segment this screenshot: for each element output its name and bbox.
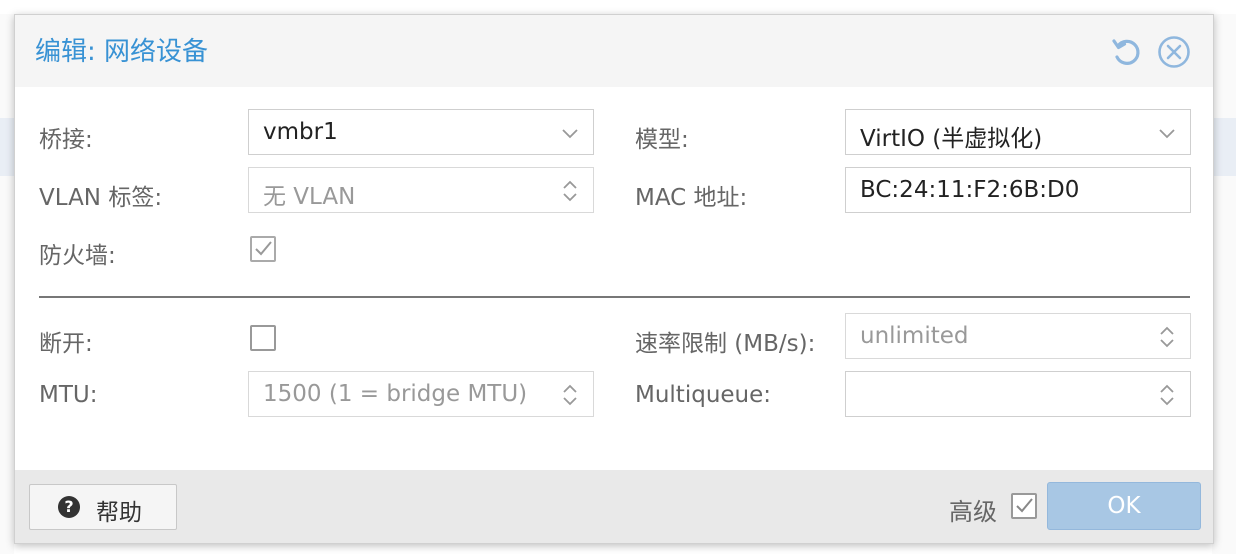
ok-button[interactable]: OK: [1047, 482, 1201, 530]
model-label: 模型:: [635, 127, 689, 153]
dialog-footer: ? 帮助 高级 OK: [15, 470, 1213, 543]
firewall-label: 防火墙:: [39, 243, 116, 269]
reset-icon[interactable]: [1109, 35, 1143, 69]
rate-placeholder: unlimited: [860, 323, 969, 349]
disconnect-label: 断开:: [39, 331, 93, 357]
spinner-arrows-icon[interactable]: [1152, 380, 1182, 410]
dialog-title: 编辑: 网络设备: [35, 37, 209, 67]
background-right-edge: [1212, 14, 1236, 554]
firewall-checkbox[interactable]: [250, 236, 276, 262]
spinner-arrows-icon[interactable]: [1152, 322, 1182, 352]
bridge-value: vmbr1: [263, 119, 338, 145]
checkmark-icon: [1016, 498, 1033, 513]
mtu-spinner[interactable]: 1500 (1 = bridge MTU): [248, 371, 594, 417]
mac-label: MAC 地址:: [635, 185, 748, 211]
advanced-label: 高级: [949, 498, 997, 526]
rate-limit-spinner[interactable]: unlimited: [845, 313, 1191, 359]
bridge-select[interactable]: vmbr1: [248, 109, 594, 155]
model-select[interactable]: VirtIO (半虚拟化): [845, 109, 1191, 155]
help-button[interactable]: ? 帮助: [29, 484, 177, 530]
mtu-placeholder: 1500 (1 = bridge MTU): [263, 381, 528, 407]
vlan-placeholder: 无 VLAN: [263, 184, 356, 210]
advanced-separator: [39, 296, 1190, 298]
ok-button-label: OK: [1107, 493, 1141, 519]
mtu-label: MTU:: [39, 382, 98, 408]
checkmark-icon: [255, 241, 272, 256]
multiqueue-label: Multiqueue:: [635, 382, 772, 408]
mac-address-input[interactable]: BC:24:11:F2:6B:D0: [845, 167, 1191, 213]
rate-limit-label: 速率限制 (MB/s):: [635, 331, 816, 357]
mac-value: BC:24:11:F2:6B:D0: [860, 177, 1080, 203]
chevron-down-icon[interactable]: [1152, 118, 1182, 148]
advanced-checkbox[interactable]: [1011, 493, 1037, 519]
vlan-tag-spinner[interactable]: 无 VLAN: [248, 167, 594, 213]
bridge-label: 桥接:: [39, 127, 93, 153]
background-left-edge: [0, 14, 14, 554]
question-circle-icon: ?: [58, 496, 80, 518]
multiqueue-spinner[interactable]: [845, 371, 1191, 417]
disconnect-checkbox[interactable]: [250, 325, 276, 351]
model-value: VirtIO (半虚拟化): [860, 126, 1043, 152]
close-icon[interactable]: [1157, 35, 1191, 69]
spinner-arrows-icon[interactable]: [555, 380, 585, 410]
vlan-label: VLAN 标签:: [39, 185, 163, 211]
background-page: [0, 0, 1236, 14]
dialog-titlebar: 编辑: 网络设备: [15, 15, 1213, 87]
edit-network-device-dialog: 编辑: 网络设备 桥接: vmbr1 模型: VirtIO (半虚拟化) VLA…: [14, 14, 1214, 544]
chevron-down-icon[interactable]: [555, 118, 585, 148]
help-button-label: 帮助: [96, 500, 142, 526]
spinner-arrows-icon[interactable]: [555, 176, 585, 206]
